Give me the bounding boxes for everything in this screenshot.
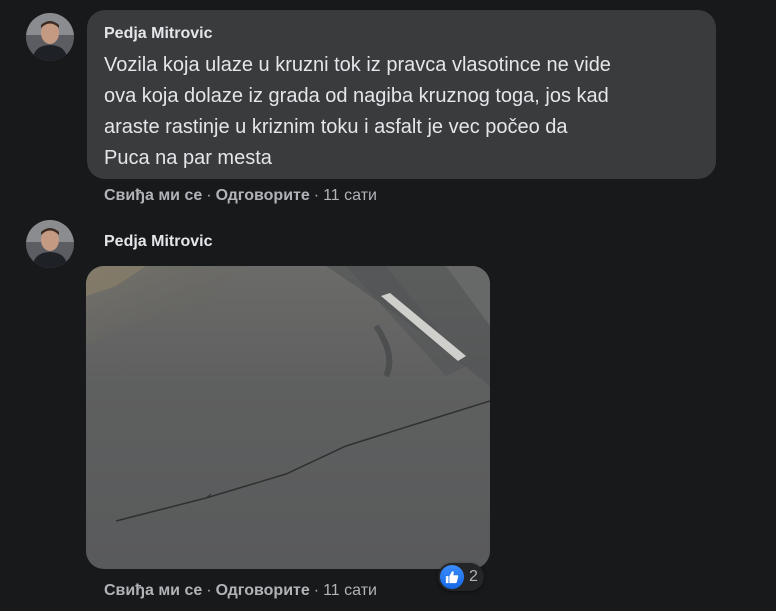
separator: · xyxy=(313,187,320,204)
comment-actions: Свиђа ми се · Одговорите · 11 сати xyxy=(104,582,377,600)
separator: · xyxy=(206,187,212,204)
comment-photo[interactable] xyxy=(86,266,490,569)
reaction-summary[interactable]: 2 xyxy=(438,563,484,591)
comment-author[interactable]: Pedja Mitrovic xyxy=(104,233,212,251)
comment-text: Vozila koja ulaze u kruzni tok iz pravca… xyxy=(104,54,611,169)
reply-button[interactable]: Одговорите xyxy=(216,582,310,599)
reply-button[interactable]: Одговорите xyxy=(216,187,310,204)
like-button[interactable]: Свиђа ми се xyxy=(104,582,202,599)
reaction-count: 2 xyxy=(469,568,478,585)
avatar[interactable] xyxy=(26,220,74,268)
like-button[interactable]: Свиђа ми се xyxy=(104,187,202,204)
separator: · xyxy=(206,582,212,599)
avatar-photo xyxy=(26,220,74,268)
avatar[interactable] xyxy=(26,13,74,61)
avatar-photo xyxy=(26,13,74,61)
timestamp[interactable]: 11 сати xyxy=(323,582,377,599)
timestamp[interactable]: 11 сати xyxy=(323,187,377,204)
comment-author[interactable]: Pedja Mitrovic xyxy=(104,25,212,43)
road-photo-image xyxy=(86,266,490,569)
like-icon xyxy=(440,565,464,589)
separator: · xyxy=(313,582,320,599)
comment-actions: Свиђа ми се · Одговорите · 11 сати xyxy=(104,187,377,205)
comment-bubble: Pedja Mitrovic Vozila koja ulaze u kruzn… xyxy=(87,10,716,179)
